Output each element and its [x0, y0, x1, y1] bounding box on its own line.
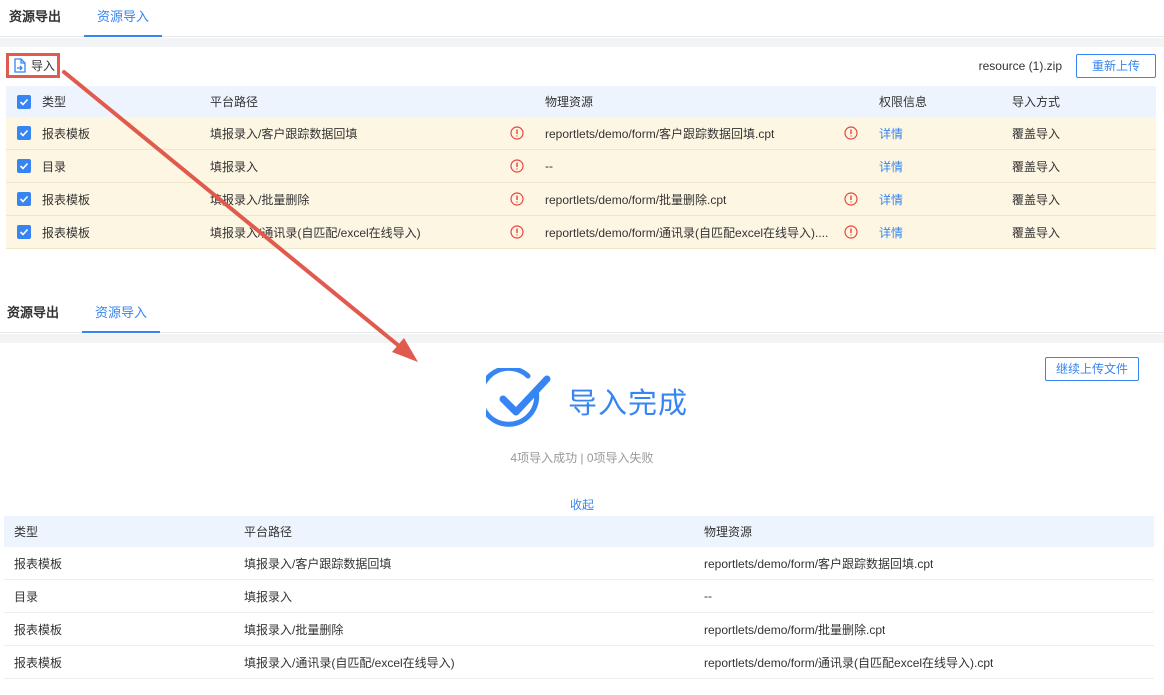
tab-label: 资源导出 — [8, 9, 61, 24]
cell-resource: reportlets/demo/form/通讯录(自匹配excel在线导入)..… — [545, 225, 829, 240]
cell-type: 报表模板 — [42, 225, 91, 240]
cell-path: 填报录入/批量删除 — [210, 192, 310, 207]
import-preview-table: 类型 平台路径 物理资源 权限信息 导入方式 报表模板 填报录入/客户跟踪数据回… — [6, 86, 1156, 249]
info-warning-icon[interactable] — [510, 192, 524, 206]
row-checkbox[interactable] — [17, 159, 31, 173]
import-button[interactable]: 导入 — [6, 53, 60, 78]
cell-path: 填报录入 — [244, 589, 293, 604]
table-row: 报表模板 填报录入/客户跟踪数据回填 reportlets/demo/form/… — [6, 117, 1156, 150]
checkbox-checked-icon — [19, 228, 29, 236]
table-row: 目录 填报录入 -- — [4, 580, 1154, 613]
cell-resource: reportlets/demo/form/客户跟踪数据回填.cpt — [545, 126, 775, 141]
info-warning-icon[interactable] — [510, 225, 524, 239]
row-checkbox[interactable] — [17, 126, 31, 140]
top-tab-bar: 资源导出 资源导入 — [0, 0, 1164, 37]
import-label: 导入 — [31, 59, 56, 73]
permission-detail-link[interactable]: 详情 — [879, 216, 903, 248]
row-checkbox[interactable] — [17, 192, 31, 206]
table-header-row: 类型 平台路径 物理资源 — [4, 516, 1154, 547]
tab-resource-export[interactable]: 资源导出 — [0, 296, 66, 333]
cell-type: 目录 — [14, 589, 39, 604]
checkbox-checked-icon — [19, 129, 29, 137]
table-row: 目录 填报录入 -- 详情 覆盖导入 — [6, 150, 1156, 183]
table-row: 报表模板 填报录入/批量删除 reportlets/demo/form/批量删除… — [4, 613, 1154, 646]
cell-resource: reportlets/demo/form/批量删除.cpt — [704, 622, 886, 637]
bottom-tab-bar: 资源导出 资源导入 — [0, 296, 1164, 333]
collapse-link: 收起 — [0, 496, 1164, 513]
table-row: 报表模板 填报录入/批量删除 reportlets/demo/form/批量删除… — [6, 183, 1156, 216]
cell-method[interactable]: 覆盖导入 — [1012, 150, 1060, 182]
cell-method[interactable]: 覆盖导入 — [1012, 216, 1060, 248]
cell-type: 报表模板 — [42, 126, 91, 141]
header-resource: 物理资源 — [545, 95, 594, 109]
cell-type: 报表模板 — [42, 192, 91, 207]
info-warning-icon[interactable] — [510, 126, 524, 140]
cell-path: 填报录入/批量删除 — [244, 622, 344, 637]
import-result-table: 类型 平台路径 物理资源 报表模板 填报录入/客户跟踪数据回填 reportle… — [4, 516, 1154, 679]
tab-label: 资源导入 — [96, 9, 149, 24]
permission-detail-link[interactable]: 详情 — [879, 150, 903, 182]
tab-resource-export[interactable]: 资源导出 — [0, 0, 70, 37]
cell-resource: reportlets/demo/form/通讯录(自匹配excel在线导入).c… — [704, 655, 994, 670]
cell-resource: -- — [704, 589, 712, 603]
reupload-button[interactable]: 重新上传 — [1076, 54, 1156, 78]
cell-type: 报表模板 — [14, 556, 63, 571]
cell-path: 填报录入/客户跟踪数据回填 — [210, 126, 358, 141]
section-divider — [0, 38, 1164, 47]
tab-resource-import[interactable]: 资源导入 — [84, 0, 162, 37]
section-divider — [0, 334, 1164, 343]
header-path: 平台路径 — [244, 525, 293, 539]
import-summary: 4项导入成功 | 0项导入失败 — [510, 451, 654, 465]
file-import-icon — [14, 58, 26, 73]
tab-resource-import[interactable]: 资源导入 — [82, 296, 160, 333]
table-header-row: 类型 平台路径 物理资源 权限信息 导入方式 — [6, 86, 1156, 117]
checkbox-checked-icon — [19, 162, 29, 170]
info-warning-icon[interactable] — [510, 159, 524, 173]
import-complete-title: 导入完成 — [568, 388, 689, 420]
cell-resource: -- — [545, 159, 553, 173]
tab-label: 资源导出 — [6, 305, 59, 320]
header-permission: 权限信息 — [879, 95, 928, 109]
header-type: 类型 — [42, 95, 67, 109]
collapse-label[interactable]: 收起 — [570, 498, 594, 512]
uploaded-filename: resource (1).zip — [978, 59, 1062, 73]
select-all-checkbox[interactable] — [17, 94, 31, 109]
table-row: 报表模板 填报录入/通讯录(自匹配/excel在线导入) reportlets/… — [6, 216, 1156, 249]
cell-method[interactable]: 覆盖导入 — [1012, 183, 1060, 215]
cell-path: 填报录入 — [210, 159, 259, 174]
circle-check-icon — [486, 368, 551, 427]
tab-label: 资源导入 — [94, 305, 147, 320]
cell-type: 目录 — [42, 159, 67, 174]
info-warning-icon[interactable] — [844, 225, 858, 239]
permission-detail-link[interactable]: 详情 — [879, 183, 903, 215]
header-path: 平台路径 — [210, 95, 259, 109]
cell-resource: reportlets/demo/form/客户跟踪数据回填.cpt — [704, 556, 934, 571]
info-warning-icon[interactable] — [844, 126, 858, 140]
cell-type: 报表模板 — [14, 622, 63, 637]
cell-method[interactable]: 覆盖导入 — [1012, 117, 1060, 149]
checkbox-checked-icon — [19, 98, 29, 106]
table-row: 报表模板 填报录入/客户跟踪数据回填 reportlets/demo/form/… — [4, 547, 1154, 580]
header-type: 类型 — [14, 525, 39, 539]
permission-detail-link[interactable]: 详情 — [879, 117, 903, 149]
header-resource: 物理资源 — [704, 525, 753, 539]
header-method: 导入方式 — [1012, 95, 1061, 109]
cell-resource: reportlets/demo/form/批量删除.cpt — [545, 192, 727, 207]
checkbox-checked-icon — [19, 195, 29, 203]
cell-path: 填报录入/通讯录(自匹配/excel在线导入) — [244, 655, 455, 670]
cell-path: 填报录入/通讯录(自匹配/excel在线导入) — [210, 225, 421, 240]
row-checkbox[interactable] — [17, 225, 31, 239]
cell-type: 报表模板 — [14, 655, 63, 670]
info-warning-icon[interactable] — [844, 192, 858, 206]
cell-path: 填报录入/客户跟踪数据回填 — [244, 556, 392, 571]
continue-upload-button[interactable]: 继续上传文件 — [1045, 357, 1139, 381]
table-row: 报表模板 填报录入/通讯录(自匹配/excel在线导入) reportlets/… — [4, 646, 1154, 679]
